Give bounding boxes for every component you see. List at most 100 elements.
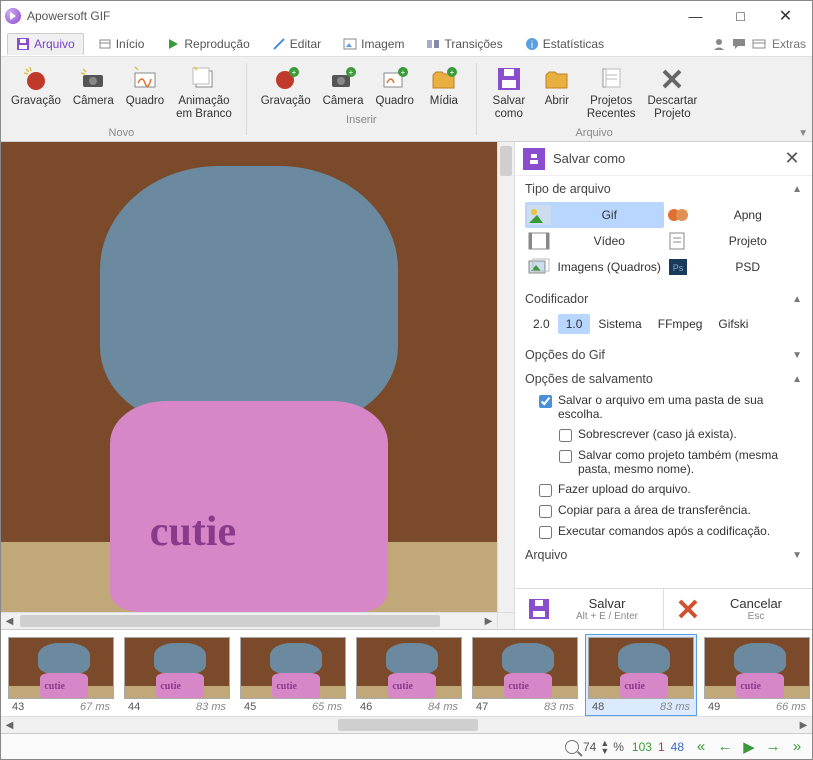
projetos-recentes-button[interactable]: Projetos Recentes [581, 61, 642, 125]
panel-header: Salvar como ✕ [515, 142, 812, 176]
opt-commands[interactable]: Executar comandos após a codificação. [515, 521, 812, 542]
ribbon: Gravação Câmera Quadro Animação em Branc… [1, 57, 812, 142]
encoder-10[interactable]: 1.0 [558, 314, 591, 334]
checkbox[interactable] [539, 484, 552, 497]
preview-canvas[interactable]: cutie [1, 142, 497, 612]
section-save-options[interactable]: Opções de salvamento▲ [515, 366, 812, 390]
checkbox[interactable] [539, 526, 552, 539]
zoom-unit: % [613, 740, 624, 754]
recent-projects-icon [597, 65, 625, 93]
extras-label[interactable]: Extras [772, 37, 806, 51]
psd-icon: Ps [666, 257, 690, 277]
ribbon-group-label: Arquivo [575, 125, 612, 139]
close-button[interactable]: ✕ [763, 1, 808, 31]
new-gravacao-button[interactable]: Gravação [5, 61, 67, 125]
tab-transicoes[interactable]: Transições [418, 34, 510, 54]
insert-gravacao-button[interactable]: + Gravação [255, 61, 317, 112]
opt-overwrite[interactable]: Sobrescrever (caso já exista). [515, 424, 812, 445]
opt-upload[interactable]: Fazer upload do arquivo. [515, 479, 812, 500]
canvas-vscrollbar[interactable] [497, 142, 514, 612]
new-anim-branco-button[interactable]: Animação em Branco [170, 61, 238, 125]
comment-icon[interactable] [732, 37, 746, 51]
svg-text:+: + [450, 68, 455, 77]
tab-imagem[interactable]: Imagem [335, 34, 412, 54]
tab-editar[interactable]: Editar [264, 34, 329, 54]
frame-item[interactable]: cutie4883 ms [585, 634, 697, 716]
tab-reproducao[interactable]: Reprodução [158, 34, 257, 54]
main-area: cutie ◀ ▶ Salvar como ✕ Tipo de arquivo▲ [1, 142, 812, 629]
descartar-projeto-button[interactable]: Descartar Projeto [641, 61, 703, 125]
opt-clipboard[interactable]: Copiar para a área de transferência. [515, 500, 812, 521]
checkbox[interactable] [539, 505, 552, 518]
frame-item[interactable]: cutie4684 ms [353, 634, 465, 716]
frame-duration: 67 ms [80, 701, 110, 713]
checkbox[interactable] [559, 450, 572, 463]
filetype-imagens[interactable]: Imagens (Quadros) [525, 254, 664, 280]
encoder-ffmpeg[interactable]: FFmpeg [650, 314, 711, 334]
frame-duration: 83 ms [660, 701, 690, 713]
frame-number: 46 [360, 701, 372, 713]
chevron-up-icon: ▲ [792, 374, 802, 385]
encoder-sistema[interactable]: Sistema [590, 314, 649, 334]
opt-save-folder[interactable]: Salvar o arquivo em uma pasta de sua esc… [515, 390, 812, 424]
save-button[interactable]: SalvarAlt + E / Enter [515, 589, 664, 629]
canvas-hscrollbar[interactable]: ◀ ▶ [1, 612, 497, 629]
encoder-gifski[interactable]: Gifski [710, 314, 756, 334]
nav-prev-button[interactable]: ← [716, 738, 734, 756]
section-file[interactable]: Arquivo▼ [515, 542, 812, 566]
filetype-projeto[interactable]: Projeto [664, 228, 803, 254]
status-bar: 74 ▲▼ % 103 1 48 « ← ▶ → » [1, 733, 812, 759]
filetype-gif[interactable]: Gif [525, 202, 664, 228]
filetype-video[interactable]: Vídeo [525, 228, 664, 254]
frame-number: 44 [128, 701, 140, 713]
pencil-icon [272, 37, 286, 51]
panel-title: Salvar como [553, 151, 780, 166]
frame-item[interactable]: cutie4783 ms [469, 634, 581, 716]
ribbon-group-arquivo: Salvar como Abrir Projetos Recentes Desc… [481, 57, 707, 141]
frame-item[interactable]: cutie4483 ms [121, 634, 233, 716]
tab-inicio[interactable]: Início [90, 34, 153, 54]
new-quadro-button[interactable]: Quadro [120, 61, 170, 125]
frame-duration: 83 ms [544, 701, 574, 713]
filetype-apng[interactable]: Apng [664, 202, 803, 228]
zoom-stepper-icon[interactable]: ▲▼ [600, 739, 609, 755]
opt-save-project[interactable]: Salvar como projeto também (mesma pasta,… [515, 445, 812, 479]
nav-next-button[interactable]: → [764, 738, 782, 756]
svg-text:+: + [291, 68, 296, 77]
frame-item[interactable]: cutie4367 ms [5, 634, 117, 716]
salvar-como-button[interactable]: Salvar como [485, 61, 533, 125]
new-camera-button[interactable]: Câmera [67, 61, 120, 125]
cancel-button[interactable]: CancelarEsc [664, 589, 812, 629]
checkbox[interactable] [559, 429, 572, 442]
frame-duration: 83 ms [196, 701, 226, 713]
insert-quadro-button[interactable]: + Quadro [370, 61, 420, 112]
section-file-type[interactable]: Tipo de arquivo▲ [515, 176, 812, 200]
insert-midia-button[interactable]: + Mídia [420, 61, 468, 112]
nav-first-button[interactable]: « [692, 738, 710, 756]
frame-duration: 84 ms [428, 701, 458, 713]
user-icon[interactable] [712, 37, 726, 51]
nav-play-button[interactable]: ▶ [740, 738, 758, 756]
minimize-button[interactable]: — [673, 1, 718, 31]
frame-item[interactable]: cutie4565 ms [237, 634, 349, 716]
section-gif-options[interactable]: Opções do Gif▼ [515, 342, 812, 366]
tab-estatisticas[interactable]: i Estatísticas [517, 34, 612, 54]
checkbox[interactable] [539, 395, 552, 408]
panel-body: Tipo de arquivo▲ Gif Apng Vídeo Projeto [515, 176, 812, 588]
tab-arquivo[interactable]: Arquivo [7, 33, 84, 55]
insert-camera-button[interactable]: + Câmera [317, 61, 370, 112]
frame-item[interactable]: cutie4966 ms [701, 634, 812, 716]
maximize-button[interactable]: □ [718, 1, 763, 31]
playback-nav: « ← ▶ → » [692, 738, 806, 756]
abrir-button[interactable]: Abrir [533, 61, 581, 125]
discard-icon [658, 65, 686, 93]
ribbon-collapse-icon[interactable]: ▼ [798, 128, 808, 139]
frames-hscrollbar[interactable]: ◀ ▶ [1, 716, 812, 733]
zoom-control[interactable]: 74 ▲▼ % [565, 739, 624, 755]
nav-last-button[interactable]: » [788, 738, 806, 756]
encoder-20[interactable]: 2.0 [525, 314, 558, 334]
panel-close-button[interactable]: ✕ [780, 148, 804, 169]
filetype-psd[interactable]: Ps PSD [664, 254, 803, 280]
frame-thumbnail: cutie [472, 637, 578, 699]
section-encoder[interactable]: Codificador▲ [515, 286, 812, 310]
